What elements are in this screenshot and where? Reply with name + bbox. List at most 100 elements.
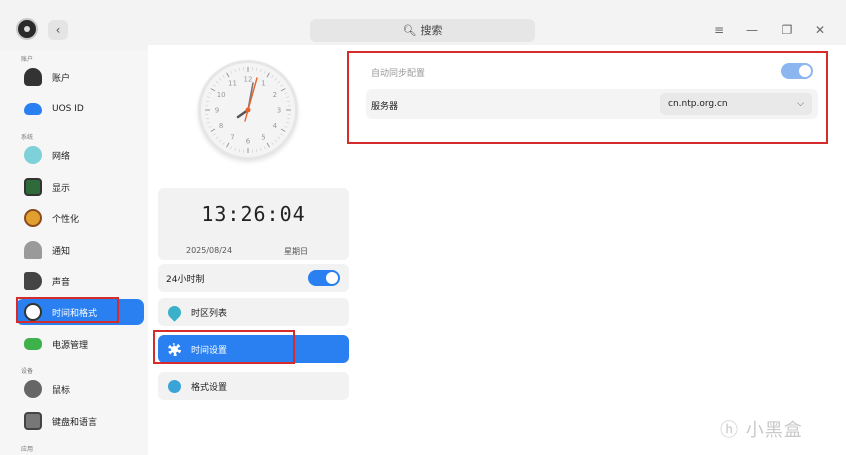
- back-button[interactable]: ‹: [48, 20, 68, 40]
- menu-button[interactable]: ≡: [709, 20, 729, 40]
- toggle-knob: [326, 272, 338, 284]
- clock-tick: [215, 136, 219, 139]
- clock-tick: [280, 84, 283, 87]
- clock-tick: [274, 77, 277, 81]
- date-text: 2025/08/24: [186, 246, 233, 255]
- sidebar-item-display[interactable]: 显示: [16, 174, 144, 200]
- clock-face: 121234567891011: [205, 67, 291, 153]
- clock-tick: [213, 133, 216, 136]
- clock-number: 1: [261, 80, 265, 88]
- clock-tick: [277, 81, 281, 84]
- search-placeholder: 搜索: [420, 24, 443, 37]
- clock-number: 11: [228, 80, 237, 88]
- battery-icon: [24, 338, 42, 350]
- clock-tick: [230, 146, 233, 150]
- sidebar-item-keyboard-language[interactable]: 键盘和语言: [16, 408, 144, 434]
- clock-center: [245, 107, 251, 113]
- clock-tick: [226, 72, 230, 78]
- sidebar-item-power[interactable]: 电源管理: [16, 331, 144, 357]
- sidebar: 账户 账户 UOS ID 系统 网络 显示 个性化 通知 声音 时间和格式 电源…: [0, 50, 148, 455]
- clock-tick: [205, 100, 209, 102]
- clock-tick: [256, 149, 258, 153]
- weekday-text: 星期日: [284, 247, 308, 256]
- sidebar-item-label: 显示: [52, 183, 71, 194]
- clock-tick: [266, 72, 270, 78]
- sidebar-item-label: 键盘和语言: [52, 417, 98, 428]
- timezone-list-label: 时区列表: [191, 308, 228, 319]
- section-header-system: 系统: [21, 134, 34, 141]
- watermark-text: 小黑盒: [745, 420, 803, 441]
- clock-tick: [213, 84, 216, 87]
- hour24-label: 24小时制: [166, 274, 205, 285]
- user-icon: [24, 68, 42, 86]
- watermark: ⓗ 小黑盒: [720, 420, 803, 441]
- sidebar-item-personalization[interactable]: 个性化: [16, 205, 144, 231]
- digital-clock-card: 13:26:04 2025/08/24 星期日: [158, 188, 349, 260]
- title-bar: ‹ 🔍︎ 搜索 ≡ — ❐ ✕: [0, 0, 846, 50]
- sidebar-item-label: 电源管理: [52, 340, 89, 351]
- clock-tick: [284, 92, 288, 95]
- clock-tick: [207, 122, 211, 124]
- sidebar-item-label: 声音: [52, 277, 71, 288]
- clock-tick: [260, 69, 262, 73]
- clock-number: 12: [244, 76, 253, 84]
- clock-tick: [226, 142, 230, 148]
- clock-tick: [266, 142, 270, 148]
- clock-number: 9: [215, 107, 219, 115]
- sidebar-item-notifications[interactable]: 通知: [16, 237, 144, 263]
- clock-tick: [219, 139, 222, 143]
- sidebar-item-uos-id[interactable]: UOS ID: [16, 96, 144, 122]
- clock-number: 3: [277, 107, 281, 115]
- cloud-icon: [24, 103, 42, 115]
- clock-tick: [215, 81, 219, 84]
- format-settings-row[interactable]: 格式设置: [158, 372, 349, 400]
- monitor-icon: [24, 178, 42, 196]
- chevron-left-icon: ‹: [55, 23, 61, 37]
- clock-tick: [219, 77, 222, 81]
- minimize-icon: —: [746, 23, 758, 37]
- sidebar-item-label: 账户: [52, 73, 71, 84]
- sidebar-item-sound[interactable]: 声音: [16, 268, 144, 294]
- globe-icon: [24, 146, 42, 164]
- clock-tick: [287, 118, 291, 120]
- clock-tick: [222, 142, 225, 145]
- clock-tick: [285, 96, 289, 98]
- clock-tick: [263, 146, 266, 150]
- clock-tick: [207, 96, 211, 98]
- highlight-box-ntp: [347, 51, 828, 144]
- minimize-button[interactable]: —: [742, 20, 762, 40]
- clock-number: 2: [273, 91, 277, 99]
- sidebar-item-mouse[interactable]: 鼠标: [16, 376, 144, 402]
- clock-number: 8: [219, 122, 223, 130]
- clock-number: 5: [261, 133, 265, 141]
- clock-tick: [284, 125, 288, 128]
- mouse-icon: [24, 380, 42, 398]
- maximize-button[interactable]: ❐: [777, 20, 797, 40]
- clock-tick: [280, 133, 283, 136]
- clock-tick: [210, 128, 216, 132]
- clock-tick: [234, 69, 236, 73]
- analog-clock: 12 1 2 3 4 5 6 7 8 9 10 11: [198, 60, 298, 160]
- clock-number: 6: [246, 138, 251, 146]
- digital-time: 13:26:04: [201, 202, 306, 226]
- clock-number: 4: [273, 122, 278, 130]
- search-input[interactable]: 🔍︎ 搜索: [310, 19, 535, 42]
- clock-tick: [208, 125, 212, 128]
- clock-tick: [263, 70, 266, 74]
- sidebar-item-account[interactable]: 账户: [16, 64, 144, 90]
- sidebar-item-network[interactable]: 网络: [16, 142, 144, 168]
- clock-tick: [280, 128, 286, 132]
- hour24-toggle[interactable]: [308, 270, 340, 286]
- sidebar-item-label: 鼠标: [52, 385, 71, 396]
- section-header-account: 账户: [21, 56, 34, 63]
- search-icon: 🔍︎: [402, 24, 417, 37]
- clock-tick: [234, 147, 236, 151]
- clock-tick: [210, 88, 216, 92]
- close-icon: ✕: [814, 23, 826, 37]
- close-button[interactable]: ✕: [810, 20, 830, 40]
- clock-tick: [271, 75, 274, 78]
- format-settings-label: 格式设置: [191, 382, 228, 393]
- format-icon: [168, 379, 181, 393]
- highlight-box-sidebar: [16, 297, 119, 323]
- timezone-list-row[interactable]: 时区列表: [158, 298, 349, 326]
